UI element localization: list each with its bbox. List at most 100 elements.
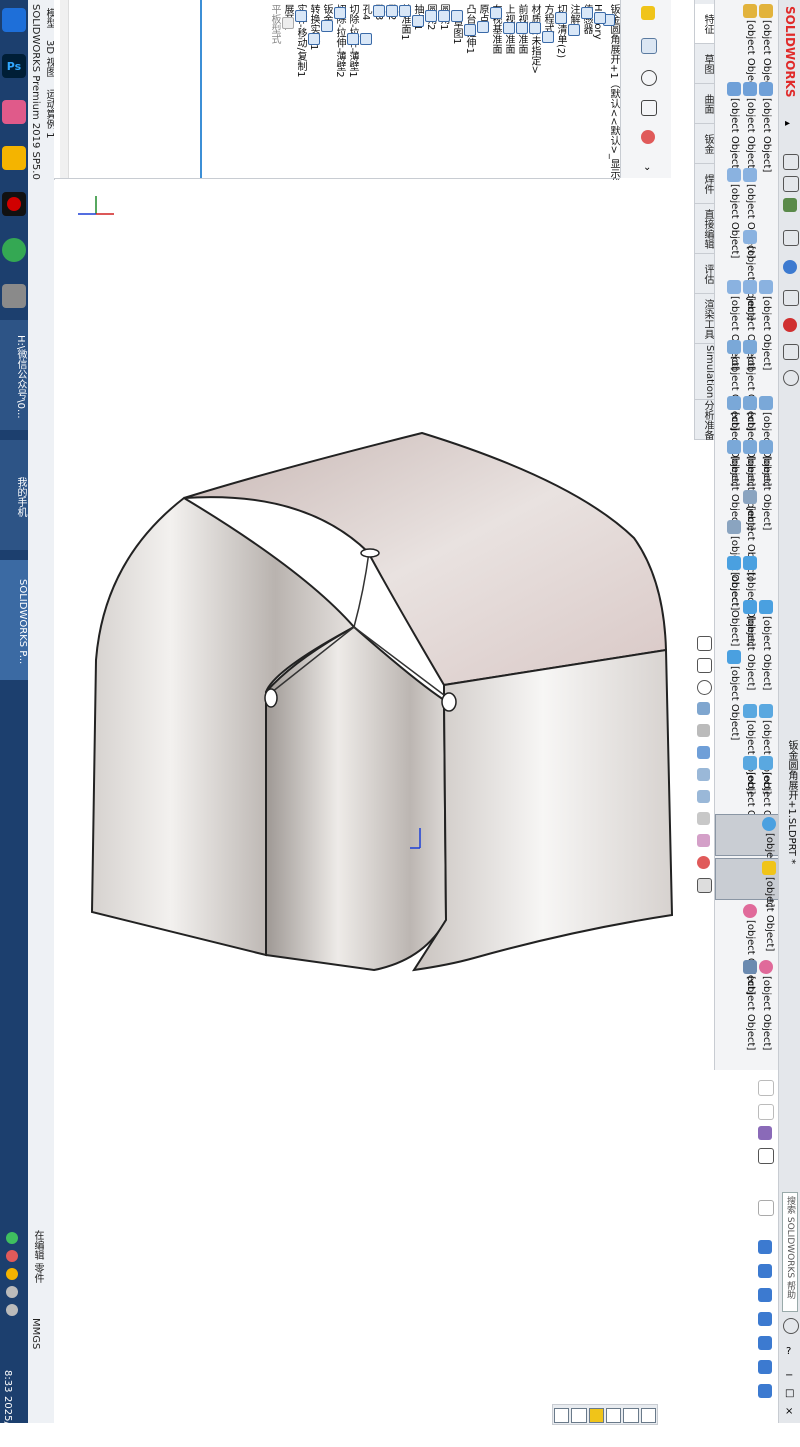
search-icon[interactable] (783, 1318, 799, 1334)
tab-sheet-metal[interactable]: 钣金 (695, 124, 715, 164)
tray-icon[interactable] (6, 1268, 18, 1280)
previous-view-icon[interactable] (697, 680, 712, 695)
clock[interactable]: 8:33 2025/3/24 (2, 1370, 13, 1447)
menu-expand-icon[interactable]: ▸ (785, 118, 790, 129)
taskbar-item-folder[interactable]: H:\微信公众号\0... (0, 320, 28, 430)
display-manager-tab-icon[interactable] (641, 130, 655, 144)
gear-icon[interactable] (783, 370, 799, 386)
tab-direct-edit[interactable]: 直接编辑 (695, 204, 715, 254)
file-properties-icon[interactable] (783, 344, 799, 360)
tab-icon[interactable] (605, 1408, 622, 1423)
cmd-sweep-cut[interactable]: [object Object] (759, 280, 773, 370)
display-style-icon[interactable] (697, 768, 710, 781)
filter-icon[interactable] (641, 6, 655, 20)
tab-icon[interactable] (588, 1408, 604, 1423)
search-input[interactable]: 搜索 SOLIDWORKS 帮助 (782, 1192, 798, 1312)
tab-analysis-prep[interactable]: 分析准备 (695, 400, 715, 440)
tab-icon[interactable] (554, 1408, 570, 1423)
minimize-icon[interactable]: − (785, 1370, 793, 1381)
print-icon[interactable] (783, 230, 799, 246)
open-file-icon[interactable] (783, 176, 799, 192)
tool-icon[interactable] (758, 1126, 772, 1140)
tool-icon[interactable] (758, 1360, 772, 1374)
tab-render-tools[interactable]: 渲染工具 (695, 294, 715, 344)
section-view-icon[interactable] (697, 702, 710, 715)
chevron-down-icon[interactable]: ⌄ (643, 162, 651, 173)
cmd-flex[interactable]: [object Object] (727, 650, 741, 740)
cmd-boundary-boss[interactable]: [object Object] (727, 82, 741, 172)
cmd-revolve-boss[interactable]: [object Object] (743, 4, 757, 94)
cmd-hole-wizard[interactable]: [object Object] (727, 168, 741, 258)
tab-icon[interactable] (640, 1408, 656, 1423)
tree-splitter[interactable] (200, 0, 202, 178)
monitor-icon[interactable] (697, 878, 712, 893)
app-icon-4[interactable] (2, 146, 26, 170)
app-icon-3[interactable] (2, 100, 26, 124)
tool-icon[interactable] (758, 1312, 772, 1326)
scene-icon[interactable] (697, 834, 710, 847)
record-icon[interactable] (2, 192, 26, 216)
help-icon[interactable]: ? (786, 1346, 791, 1357)
zoom-to-fit-icon[interactable] (697, 636, 712, 651)
cmd-sweep[interactable]: [object Object] (759, 82, 773, 172)
tray-icon[interactable] (6, 1250, 18, 1262)
tool-icon[interactable] (758, 1200, 774, 1216)
tool-icon[interactable] (2, 284, 26, 308)
undo-icon[interactable] (783, 260, 797, 274)
feature-tree-tab-icon[interactable] (641, 38, 657, 54)
tab-icon[interactable] (571, 1408, 587, 1423)
tool-icon[interactable] (758, 1240, 772, 1254)
cmd-extrude-boss[interactable]: [object Object] (759, 4, 773, 94)
zoom-area-icon[interactable] (697, 658, 712, 673)
tab-features[interactable]: 特征 (695, 4, 715, 44)
cmd-feature-freeze[interactable]: [object Object] (743, 960, 757, 1050)
dynamic-annotation-icon[interactable] (697, 724, 710, 737)
tab-simulation[interactable]: Simulation (695, 344, 715, 400)
edit-appearance-icon[interactable] (697, 812, 710, 825)
solidworks-logo[interactable]: SOLIDWORKS (783, 6, 797, 98)
tab-weldments[interactable]: 焊件 (695, 164, 715, 204)
cmd-delete-keep-body[interactable]: [object Object] (743, 600, 757, 690)
config-manager-tab-icon[interactable] (641, 70, 657, 86)
cmd-move-copy-body[interactable]: [object Object] (759, 600, 773, 690)
windows-start-icon[interactable] (2, 8, 26, 32)
tool-icon[interactable] (758, 1384, 772, 1398)
cmd-mirror[interactable]: [object Object] (727, 440, 741, 530)
dimxpert-tab-icon[interactable] (641, 100, 657, 116)
realview-button[interactable]: [object Object] (715, 814, 779, 907)
tab-surfaces[interactable]: 曲面 (695, 84, 715, 124)
instant3d-button[interactable]: [object Object] (715, 858, 779, 951)
cmd-multibody-color[interactable]: [object Object] (759, 960, 773, 1050)
network-icon[interactable] (6, 1304, 18, 1316)
new-file-icon[interactable] (783, 154, 799, 170)
tree-item[interactable]: 平板型式 (267, 4, 294, 44)
tab-icon[interactable] (623, 1408, 639, 1423)
cmd-split[interactable]: [object Object] (727, 556, 741, 646)
units-selector[interactable]: MMGS (30, 1318, 41, 1349)
cmd-wrap[interactable]: [object Object] (759, 440, 773, 530)
view-orientation-icon[interactable] (697, 746, 710, 759)
save-icon[interactable] (783, 198, 797, 212)
maximize-icon[interactable]: □ (785, 1388, 794, 1399)
tray-icon[interactable] (6, 1232, 18, 1244)
cmd-loft[interactable]: [object Object] (743, 82, 757, 172)
tool-icon[interactable] (758, 1264, 772, 1278)
taskbar-item-solidworks[interactable]: SOLIDWORKS P... (0, 560, 28, 680)
taskbar-item-phone[interactable]: 我的手机 (0, 440, 28, 550)
speaker-icon[interactable] (6, 1286, 18, 1298)
graphics-area[interactable] (54, 180, 694, 1423)
close-icon[interactable]: × (785, 1406, 793, 1417)
tool-icon[interactable] (758, 1104, 774, 1120)
tab-evaluate[interactable]: 评估 (695, 254, 715, 294)
tool-icon[interactable] (758, 1336, 772, 1350)
tree-scrollbar[interactable] (60, 0, 69, 178)
photoshop-icon[interactable]: Ps (2, 54, 26, 78)
tool-icon[interactable] (758, 1080, 774, 1096)
traffic-light-icon[interactable] (783, 318, 797, 332)
tab-sketch[interactable]: 草图 (695, 44, 715, 84)
browser-icon[interactable] (2, 238, 26, 262)
select-icon[interactable] (783, 290, 799, 306)
view-settings-icon[interactable] (697, 856, 710, 869)
tool-icon[interactable] (758, 1148, 774, 1164)
tool-icon[interactable] (758, 1288, 772, 1302)
